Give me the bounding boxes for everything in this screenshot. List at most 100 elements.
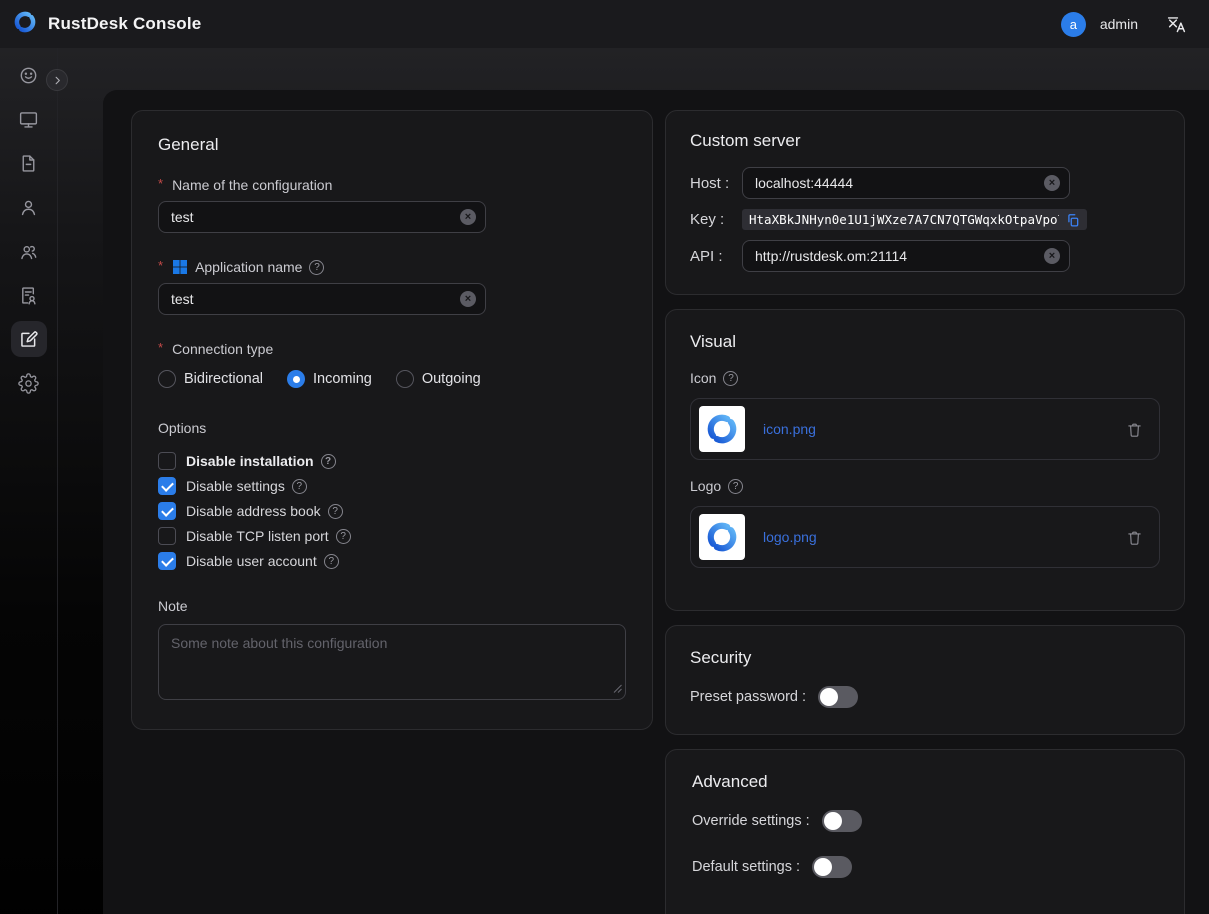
clear-host-icon[interactable]: × bbox=[1044, 175, 1060, 191]
default-settings-toggle[interactable] bbox=[812, 856, 852, 878]
host-input[interactable] bbox=[742, 167, 1070, 199]
api-input[interactable] bbox=[742, 240, 1070, 272]
rustdesk-logo bbox=[12, 9, 38, 40]
visual-card: Visual Icon bbox=[665, 309, 1185, 611]
preset-password-toggle[interactable] bbox=[818, 686, 858, 708]
sidebar-item-dashboard[interactable] bbox=[11, 57, 47, 93]
connection-type-label: Connection type bbox=[158, 341, 626, 357]
checkbox-icon bbox=[158, 477, 176, 495]
options-label: Options bbox=[158, 420, 626, 436]
main-content: General Name of the configuration × bbox=[58, 48, 1209, 914]
toggle-knob bbox=[814, 858, 832, 876]
checkbox-icon bbox=[158, 502, 176, 520]
monitor-icon bbox=[18, 109, 39, 130]
radio-bidirectional[interactable]: Bidirectional bbox=[158, 370, 263, 388]
override-settings-row: Override settings : bbox=[692, 810, 1158, 832]
disable-settings-help-icon[interactable] bbox=[292, 479, 307, 494]
general-card: General Name of the configuration × bbox=[131, 110, 653, 730]
topbar-right: a admin bbox=[1061, 12, 1187, 37]
user-group-icon bbox=[18, 241, 39, 262]
sidebar-item-settings[interactable] bbox=[11, 365, 47, 401]
general-title: General bbox=[158, 135, 626, 155]
option-disable-settings[interactable]: Disable settings bbox=[158, 477, 626, 495]
sidebar-item-users[interactable] bbox=[11, 189, 47, 225]
icon-file-link[interactable]: icon.png bbox=[763, 421, 816, 437]
icon-thumbnail bbox=[699, 406, 745, 452]
delete-icon-trash-icon[interactable] bbox=[1126, 421, 1143, 438]
app-root: RustDesk Console a admin bbox=[0, 0, 1209, 914]
clear-application-name-icon[interactable]: × bbox=[460, 291, 476, 307]
smiley-icon bbox=[18, 65, 39, 86]
checkbox-icon bbox=[158, 552, 176, 570]
delete-logo-trash-icon[interactable] bbox=[1126, 529, 1143, 546]
option-disable-tcp-listen-port[interactable]: Disable TCP listen port bbox=[158, 527, 626, 545]
note-label: Note bbox=[158, 598, 626, 614]
note-textarea[interactable] bbox=[158, 624, 626, 700]
clear-api-icon[interactable]: × bbox=[1044, 248, 1060, 264]
radio-outgoing[interactable]: Outgoing bbox=[396, 370, 481, 388]
application-name-help-icon[interactable] bbox=[309, 260, 324, 275]
key-value: HtaXBkJNHyn0e1U1jWXze7A7CN7QTGWqxkOtpaVp… bbox=[749, 212, 1059, 227]
option-disable-user-account[interactable]: Disable user account bbox=[158, 552, 626, 570]
windows-logo-icon bbox=[172, 259, 188, 275]
logo-file-link[interactable]: logo.png bbox=[763, 529, 817, 545]
preset-password-row: Preset password : bbox=[690, 686, 1160, 708]
option-disable-installation[interactable]: Disable installation bbox=[158, 452, 626, 470]
sidebar bbox=[0, 48, 58, 914]
avatar[interactable]: a bbox=[1061, 12, 1086, 37]
config-name-label: Name of the configuration bbox=[158, 177, 626, 193]
checkbox-icon bbox=[158, 527, 176, 545]
custom-client-edit-icon bbox=[18, 329, 39, 350]
radio-circle-icon bbox=[396, 370, 414, 388]
copy-key-icon[interactable] bbox=[1066, 213, 1080, 227]
settings-gear-icon bbox=[18, 373, 39, 394]
sidebar-item-custom-clients[interactable] bbox=[11, 321, 47, 357]
logo-upload-row: logo.png bbox=[690, 506, 1160, 568]
sidebar-item-groups[interactable] bbox=[11, 233, 47, 269]
logo-label: Logo bbox=[690, 478, 1160, 494]
app-title: RustDesk Console bbox=[48, 14, 201, 34]
custom-server-card: Custom server Host : × Key : bbox=[665, 110, 1185, 295]
icon-upload-row: icon.png bbox=[690, 398, 1160, 460]
topbar: RustDesk Console a admin bbox=[0, 0, 1209, 48]
chevron-right-icon bbox=[52, 75, 63, 86]
username[interactable]: admin bbox=[1100, 16, 1138, 32]
logo-help-icon[interactable] bbox=[728, 479, 743, 494]
brand: RustDesk Console bbox=[12, 9, 201, 40]
radio-circle-icon bbox=[158, 370, 176, 388]
config-name-input[interactable] bbox=[158, 201, 486, 233]
key-value-box: HtaXBkJNHyn0e1U1jWXze7A7CN7QTGWqxkOtpaVp… bbox=[742, 209, 1087, 230]
default-settings-row: Default settings : bbox=[692, 856, 1158, 878]
key-label: Key : bbox=[690, 211, 742, 228]
document-icon bbox=[18, 153, 39, 174]
toggle-knob bbox=[824, 812, 842, 830]
options-group: Disable installation Disable settings bbox=[158, 452, 626, 570]
radio-incoming[interactable]: Incoming bbox=[287, 370, 372, 388]
disable-address-book-help-icon[interactable] bbox=[328, 504, 343, 519]
security-card: Security Preset password : bbox=[665, 625, 1185, 735]
user-icon bbox=[18, 197, 39, 218]
icon-help-icon[interactable] bbox=[723, 371, 738, 386]
audit-log-icon bbox=[18, 285, 39, 306]
custom-server-title: Custom server bbox=[690, 131, 1160, 151]
disable-installation-help-icon[interactable] bbox=[321, 454, 336, 469]
override-settings-toggle[interactable] bbox=[822, 810, 862, 832]
disable-tcp-help-icon[interactable] bbox=[336, 529, 351, 544]
visual-title: Visual bbox=[690, 332, 1160, 352]
content-surface: General Name of the configuration × bbox=[103, 90, 1209, 914]
sidebar-item-audit[interactable] bbox=[11, 277, 47, 313]
clear-config-name-icon[interactable]: × bbox=[460, 209, 476, 225]
api-label: API : bbox=[690, 248, 742, 265]
sidebar-expand-button[interactable] bbox=[46, 69, 68, 91]
host-label: Host : bbox=[690, 175, 742, 192]
sidebar-item-devices[interactable] bbox=[11, 101, 47, 137]
translate-icon[interactable] bbox=[1166, 14, 1187, 35]
toggle-knob bbox=[820, 688, 838, 706]
application-name-input[interactable] bbox=[158, 283, 486, 315]
connection-type-group: Bidirectional Incoming Outgoing bbox=[158, 370, 626, 388]
checkbox-icon bbox=[158, 452, 176, 470]
sidebar-item-sessions[interactable] bbox=[11, 145, 47, 181]
option-disable-address-book[interactable]: Disable address book bbox=[158, 502, 626, 520]
override-settings-label: Override settings : bbox=[692, 813, 810, 829]
disable-user-account-help-icon[interactable] bbox=[324, 554, 339, 569]
